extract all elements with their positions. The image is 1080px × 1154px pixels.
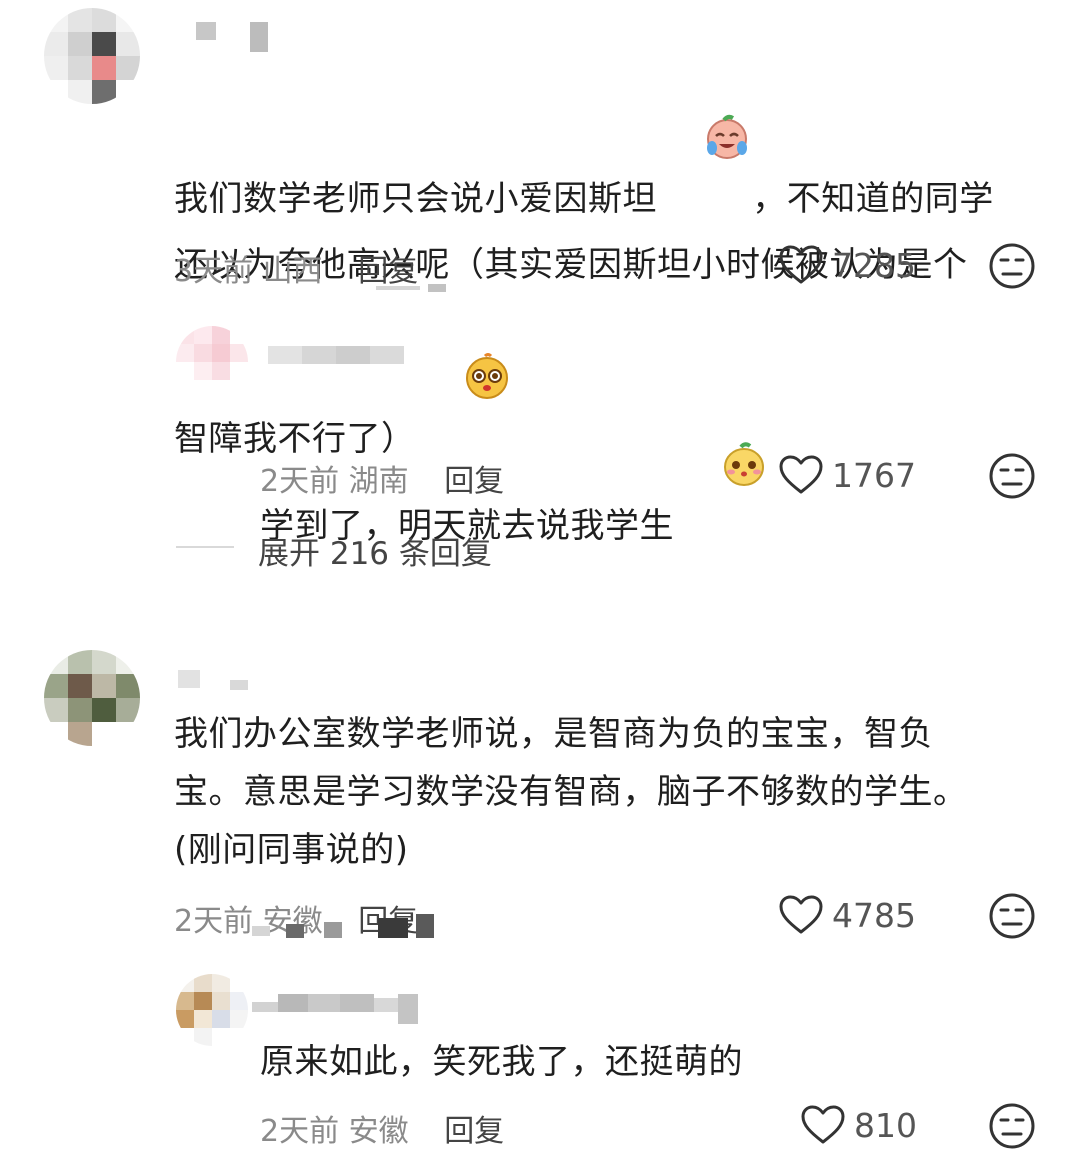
neutral-face-icon bbox=[989, 453, 1035, 499]
dislike-button[interactable] bbox=[988, 242, 1036, 294]
reply-meta: 2天前 安徽 回复 bbox=[260, 1106, 504, 1150]
dislike-button[interactable] bbox=[988, 892, 1036, 944]
comment-text: 我们办公室数学老师说，是智商为负的宝宝，智负 宝。意思是学习数学没有智商，脑子不… bbox=[174, 714, 968, 870]
reply-button[interactable]: 回复 bbox=[444, 464, 504, 499]
crying-laughing-emoji-icon bbox=[659, 56, 750, 236]
like-count: 810 bbox=[854, 1105, 917, 1145]
avatar[interactable] bbox=[176, 974, 248, 1046]
username-blurred[interactable] bbox=[178, 670, 248, 690]
reply-location: 安徽 bbox=[348, 1114, 409, 1149]
shy-smile-emoji-icon bbox=[676, 383, 767, 563]
neutral-face-icon bbox=[989, 893, 1035, 939]
heart-outline-icon bbox=[779, 895, 823, 934]
reply-location: 湖南 bbox=[348, 464, 409, 499]
avatar[interactable] bbox=[44, 650, 140, 746]
avatar[interactable] bbox=[44, 8, 140, 104]
reply-text: 原来如此，笑死我了，还挺萌的 bbox=[260, 1042, 743, 1082]
comment-time: 2天前 bbox=[174, 904, 254, 939]
heart-outline-icon bbox=[779, 245, 823, 284]
comment-time: 3天前 bbox=[174, 254, 254, 289]
neutral-face-icon bbox=[989, 243, 1035, 289]
reply-button[interactable]: 回复 bbox=[444, 1114, 504, 1149]
like-count: 4785 bbox=[832, 895, 916, 935]
dislike-button[interactable] bbox=[988, 1102, 1036, 1154]
like-count: 1767 bbox=[832, 455, 916, 495]
avatar[interactable] bbox=[176, 326, 248, 398]
reply-meta: 2天前 湖南 回复 bbox=[260, 456, 504, 500]
neutral-face-icon bbox=[989, 1103, 1035, 1149]
comment-location: 山西 bbox=[262, 254, 323, 289]
expand-divider bbox=[176, 546, 234, 548]
username-blurred[interactable] bbox=[268, 346, 404, 364]
like-button[interactable]: 7285 bbox=[778, 244, 916, 286]
mosaic-artifact bbox=[252, 912, 452, 938]
mosaic-artifact bbox=[376, 284, 456, 292]
heart-outline-icon bbox=[779, 455, 823, 494]
like-count: 7285 bbox=[832, 245, 916, 285]
like-button[interactable]: 4785 bbox=[778, 894, 916, 936]
reply-time: 2天前 bbox=[260, 1114, 340, 1149]
dislike-button[interactable] bbox=[988, 452, 1036, 504]
expand-replies-button[interactable]: 展开 216 条回复 bbox=[258, 528, 492, 573]
reply-time: 2天前 bbox=[260, 464, 340, 499]
heart-outline-icon bbox=[801, 1105, 845, 1144]
like-button[interactable]: 1767 bbox=[778, 454, 916, 496]
like-button[interactable]: 810 bbox=[800, 1104, 917, 1146]
username-blurred[interactable] bbox=[252, 994, 418, 1024]
username-blurred[interactable] bbox=[196, 22, 268, 52]
